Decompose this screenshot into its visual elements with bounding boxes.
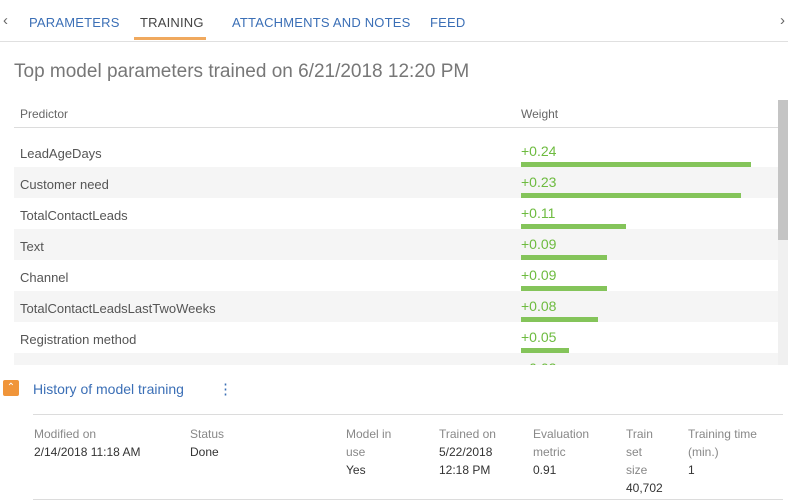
history-table: Modified on 2/14/2018 11:18 AM Status Do… (33, 414, 783, 500)
predictor-name: Registration method (20, 332, 137, 347)
trained-on-value: 5/22/2018 12:18 PM (439, 445, 493, 477)
predictor-rows: LeadAgeDays +0.24 Customer need +0.23 TotalC… (14, 136, 778, 365)
table-row: TotalContactLeads +0.11 (14, 198, 778, 229)
table-row: Registration method +0.05 (14, 322, 778, 353)
weight-value: +0.24 (521, 143, 557, 159)
tab-parameters[interactable]: PARAMETERS (29, 15, 120, 30)
training-time-value: 1 (688, 463, 695, 477)
tab-bar: ‹ PARAMETERS TRAINING ATTACHMENTS AND NO… (0, 0, 788, 42)
weight-value: +0.09 (521, 236, 557, 252)
predictor-name: Customer need (20, 177, 109, 192)
weight-value: +0.02 (521, 360, 556, 365)
train-set-size-value: 40,702 (626, 481, 663, 495)
status-value: Done (190, 445, 219, 459)
page-title: Top model parameters trained on 6/21/201… (14, 61, 470, 82)
status-header: Status (190, 427, 225, 441)
tab-training[interactable]: TRAINING (140, 15, 204, 30)
predictor-column-header: Predictor (20, 107, 69, 121)
evaluation-metric-header: Evaluation metric (533, 427, 590, 459)
predictor-table: Predictor Weight LeadAgeDays +0.24 Custome… (14, 100, 778, 365)
predictor-name: TotalContactLeadsLastTwoWeeks (20, 301, 216, 316)
active-tab-indicator (134, 37, 206, 40)
weight-value: +0.05 (521, 329, 557, 345)
chevron-left-icon[interactable]: ‹ (3, 12, 8, 29)
tab-attachments-and-notes[interactable]: ATTACHMENTS AND NOTES (232, 15, 411, 30)
training-time-header: Training time (min.) (688, 427, 757, 459)
predictor-name: TotalContactLeads (20, 208, 128, 223)
trained-on-header: Trained on (439, 427, 496, 441)
modified-on-header: Modified on (34, 427, 97, 441)
table-row: Customer need +0.23 (14, 167, 778, 198)
weight-value: +0.08 (521, 298, 557, 314)
chevron-up-icon[interactable]: ⌃ (3, 380, 19, 396)
predictor-name: LeadAgeDays (20, 146, 102, 161)
model-in-use-value: Yes (346, 463, 366, 477)
table-scrollbar-thumb[interactable] (778, 100, 788, 240)
tab-feed[interactable]: FEED (430, 15, 465, 30)
weight-value: +0.23 (521, 174, 557, 190)
table-row: LeadAgeDays +0.24 (14, 136, 778, 167)
modified-on-value: 2/14/2018 11:18 AM (34, 445, 141, 459)
model-in-use-header: Model in use (346, 427, 392, 459)
table-row: Channel +0.09 (14, 260, 778, 291)
train-set-size-header: Train set size (626, 427, 653, 477)
evaluation-metric-value: 0.91 (533, 463, 557, 477)
table-row: TotalContactLeadsLastTwoWeeks +0.08 (14, 291, 778, 322)
predictor-name: Department (20, 363, 88, 365)
weight-column-header: Weight (521, 107, 559, 121)
table-header: Predictor Weight (14, 100, 778, 128)
history-title[interactable]: History of model training (33, 381, 184, 397)
predictor-name: Channel (20, 270, 69, 285)
table-row: Department +0.02 (14, 353, 778, 365)
predictor-name: Text (20, 239, 44, 254)
table-row: Text +0.09 (14, 229, 778, 260)
weight-value: +0.11 (521, 205, 556, 221)
weight-value: +0.09 (521, 267, 557, 283)
vertical-dots-icon[interactable]: ⋮ (218, 380, 233, 398)
chevron-right-icon[interactable]: › (780, 12, 785, 29)
